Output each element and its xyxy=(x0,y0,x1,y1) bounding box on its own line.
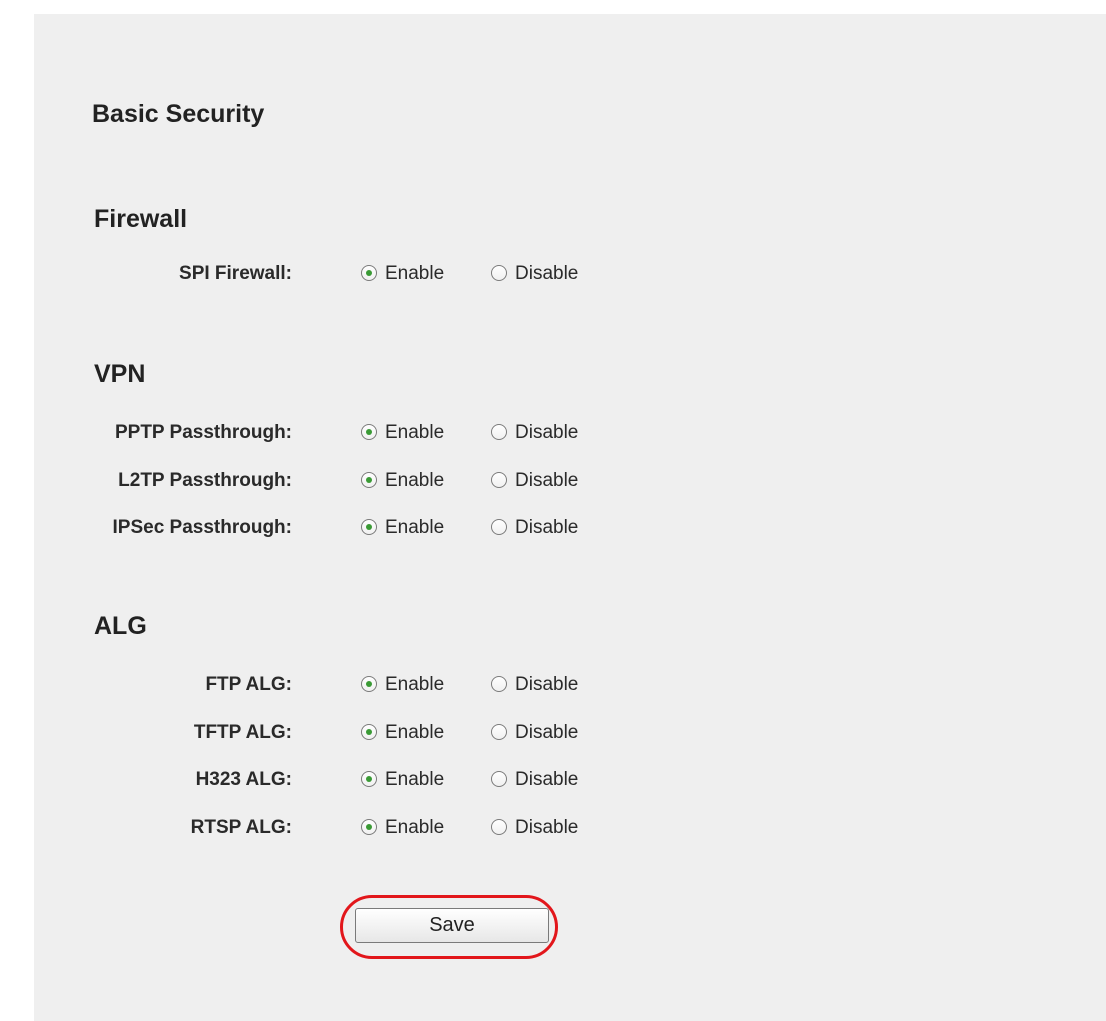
row-label: FTP ALG: xyxy=(205,674,292,695)
radio-unchecked-icon[interactable] xyxy=(491,676,507,692)
radio-unchecked-icon[interactable] xyxy=(491,265,507,281)
row-h323-alg: H323 ALG: Enable Disable xyxy=(0,762,1106,796)
row-label: RTSP ALG: xyxy=(190,817,292,838)
save-button[interactable]: Save xyxy=(355,908,549,943)
radio-unchecked-icon[interactable] xyxy=(491,424,507,440)
row-label: PPTP Passthrough: xyxy=(114,422,292,443)
disable-label[interactable]: Disable xyxy=(515,722,578,744)
radio-checked-icon[interactable] xyxy=(361,771,377,787)
radio-checked-icon[interactable] xyxy=(361,265,377,281)
radio-unchecked-icon[interactable] xyxy=(491,819,507,835)
row-label: IPSec Passthrough: xyxy=(112,517,293,538)
radio-unchecked-icon[interactable] xyxy=(491,472,507,488)
enable-label[interactable]: Enable xyxy=(385,674,444,696)
section-title-vpn: VPN xyxy=(94,360,146,388)
row-l2tp-passthrough: L2TP Passthrough: Enable Disable xyxy=(0,463,1106,497)
disable-label[interactable]: Disable xyxy=(515,674,578,696)
row-spi-firewall: SPI Firewall: Enable Disable xyxy=(0,256,1106,290)
row-label: SPI Firewall: xyxy=(179,263,292,284)
radio-checked-icon[interactable] xyxy=(361,724,377,740)
radio-checked-icon[interactable] xyxy=(361,819,377,835)
disable-label[interactable]: Disable xyxy=(515,422,578,444)
enable-label[interactable]: Enable xyxy=(385,517,444,539)
radio-unchecked-icon[interactable] xyxy=(491,519,507,535)
enable-label[interactable]: Enable xyxy=(385,817,444,839)
disable-label[interactable]: Disable xyxy=(515,470,578,492)
enable-label[interactable]: Enable xyxy=(385,769,444,791)
radio-unchecked-icon[interactable] xyxy=(491,724,507,740)
row-pptp-passthrough: PPTP Passthrough: Enable Disable xyxy=(0,415,1106,449)
enable-label[interactable]: Enable xyxy=(385,422,444,444)
row-ipsec-passthrough: IPSec Passthrough: Enable Disable xyxy=(0,510,1106,544)
disable-label[interactable]: Disable xyxy=(515,769,578,791)
row-label: L2TP Passthrough: xyxy=(118,470,292,491)
row-label: TFTP ALG: xyxy=(193,722,292,743)
row-tftp-alg: TFTP ALG: Enable Disable xyxy=(0,715,1106,749)
enable-label[interactable]: Enable xyxy=(385,470,444,492)
radio-unchecked-icon[interactable] xyxy=(491,771,507,787)
enable-label[interactable]: Enable xyxy=(385,263,444,285)
radio-checked-icon[interactable] xyxy=(361,424,377,440)
page-title: Basic Security xyxy=(92,100,265,128)
section-title-firewall: Firewall xyxy=(94,205,188,233)
section-title-alg: ALG xyxy=(94,612,147,640)
radio-checked-icon[interactable] xyxy=(361,472,377,488)
enable-label[interactable]: Enable xyxy=(385,722,444,744)
disable-label[interactable]: Disable xyxy=(515,817,578,839)
disable-label[interactable]: Disable xyxy=(515,517,578,539)
row-label: H323 ALG: xyxy=(195,769,292,790)
radio-checked-icon[interactable] xyxy=(361,676,377,692)
row-rtsp-alg: RTSP ALG: Enable Disable xyxy=(0,810,1106,844)
row-ftp-alg: FTP ALG: Enable Disable xyxy=(0,667,1106,701)
radio-checked-icon[interactable] xyxy=(361,519,377,535)
disable-label[interactable]: Disable xyxy=(515,263,578,285)
